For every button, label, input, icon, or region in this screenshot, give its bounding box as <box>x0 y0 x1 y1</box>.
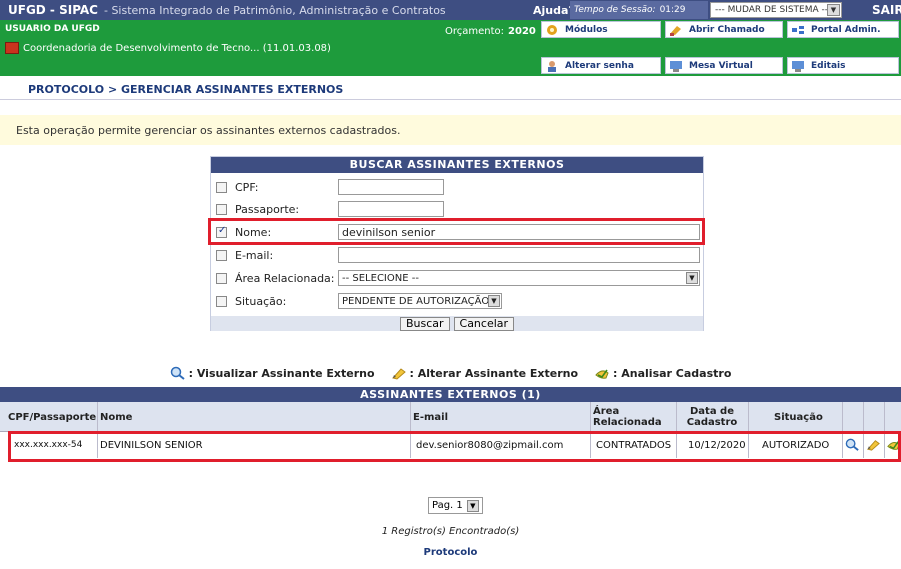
legend-view: : Visualizar Assinante Externo <box>170 366 375 380</box>
cpf-row: CPF: <box>211 177 703 197</box>
col-date: Data de Cadastro <box>686 406 738 428</box>
chevron-down-icon: ▼ <box>466 499 479 512</box>
modules-icon <box>547 24 557 35</box>
cancel-button[interactable]: Cancelar <box>453 316 515 331</box>
page-select-value: Pag. 1 <box>432 500 463 511</box>
session-timer: Tempo de Sessão: 01:29 <box>570 1 708 19</box>
switch-system-select[interactable]: --- MUDAR DE SISTEMA --- ▼ <box>710 2 842 18</box>
budget-year-value: 2020 <box>508 26 536 37</box>
system-subtitle: - Sistema Integrado de Patrimônio, Admin… <box>103 3 446 17</box>
user-info-bar: USUARIO DA UFGD Coordenadoria de Desenvo… <box>0 20 901 76</box>
virtual-desk-label: Mesa Virtual <box>689 60 753 71</box>
page-select[interactable]: Pag. 1 ▼ <box>428 497 483 514</box>
cpf-label: CPF: <box>235 180 259 194</box>
passport-row: Passaporte: <box>211 199 703 219</box>
col-name: Nome <box>100 411 133 423</box>
portal-admin-button[interactable]: Portal Admin. <box>787 21 899 38</box>
area-row: Área Relacionada: -- SELECIONE -- ▼ <box>211 268 703 288</box>
search-form-footer: Buscar Cancelar <box>211 316 703 331</box>
legend-edit: : Alterar Assinante Externo <box>391 366 579 380</box>
legend-analyze-label: : Analisar Cadastro <box>613 366 732 380</box>
password-icon <box>548 60 556 72</box>
logout-link[interactable]: SAIR <box>872 0 901 20</box>
unit-label: Coordenadoria de Desenvolvimento de Tecn… <box>23 42 331 54</box>
session-time: 01:29 <box>659 5 686 15</box>
notices-label: Editais <box>811 60 846 71</box>
change-password-label: Alterar senha <box>565 60 634 71</box>
email-input[interactable] <box>338 247 700 263</box>
cpf-input[interactable] <box>338 179 444 195</box>
col-area: Área Relacionada <box>593 406 662 428</box>
legend-edit-label: : Alterar Assinante Externo <box>409 366 579 380</box>
area-select-value: -- SELECIONE -- <box>342 272 419 284</box>
col-doc: CPF/Passaporte <box>8 411 97 423</box>
chevron-down-icon: ▼ <box>827 4 840 16</box>
email-row: E-mail: <box>211 245 703 265</box>
analyze-icon <box>595 369 609 379</box>
ticket-icon <box>670 25 681 36</box>
user-name: USUARIO DA UFGD <box>5 24 100 34</box>
record-count: 1 Registro(s) Encontrado(s) <box>381 526 520 537</box>
legend-analyze: : Analisar Cadastro <box>594 366 731 380</box>
area-checkbox[interactable] <box>216 272 227 284</box>
chevron-down-icon: ▼ <box>488 295 500 307</box>
portal-admin-label: Portal Admin. <box>811 24 881 35</box>
email-label: E-mail: <box>235 248 274 262</box>
protocol-link[interactable]: Protocolo <box>0 547 901 558</box>
actions-legend: : Visualizar Assinante Externo : Alterar… <box>0 363 901 383</box>
budget-year: Orçamento: 2020 <box>445 26 536 37</box>
area-label: Área Relacionada: <box>235 271 335 285</box>
status-select[interactable]: PENDENTE DE AUTORIZAÇÃO ▼ <box>338 293 502 309</box>
open-ticket-label: Abrir Chamado <box>689 24 765 35</box>
results-header-row: CPF/Passaporte Nome E-mail Área Relacion… <box>0 402 901 432</box>
status-select-value: PENDENTE DE AUTORIZAÇÃO <box>342 295 490 307</box>
magnifier-icon <box>170 366 185 380</box>
info-message: Esta operação permite gerenciar os assin… <box>0 115 901 145</box>
change-password-button[interactable]: Alterar senha <box>541 57 661 74</box>
pencil-icon <box>391 368 406 380</box>
user-unit: Coordenadoria de Desenvolvimento de Tecn… <box>5 42 331 54</box>
virtual-desk-icon <box>670 60 682 72</box>
modules-label: Módulos <box>565 24 608 35</box>
search-button[interactable]: Buscar <box>399 316 450 331</box>
passport-input[interactable] <box>338 201 444 217</box>
legend-view-label: : Visualizar Assinante Externo <box>188 366 375 380</box>
email-checkbox[interactable] <box>216 249 227 261</box>
cpf-checkbox[interactable] <box>216 181 227 193</box>
passport-checkbox[interactable] <box>216 203 227 215</box>
status-checkbox[interactable] <box>216 295 227 307</box>
chevron-down-icon: ▼ <box>686 272 698 284</box>
notices-icon <box>792 60 804 72</box>
modules-button[interactable]: Módulos <box>541 21 661 38</box>
portal-icon <box>792 25 804 34</box>
status-label: Situação: <box>235 294 287 308</box>
virtual-desk-button[interactable]: Mesa Virtual <box>665 57 783 74</box>
notices-button[interactable]: Editais <box>787 57 899 74</box>
search-form-caption: BUSCAR ASSINANTES EXTERNOS <box>211 157 703 173</box>
unit-flag-icon <box>5 42 19 54</box>
open-ticket-button[interactable]: Abrir Chamado <box>665 21 783 38</box>
status-row: Situação: PENDENTE DE AUTORIZAÇÃO ▼ <box>211 291 703 311</box>
results-caption: ASSINANTES EXTERNOS (1) <box>0 387 901 402</box>
system-header: UFGD - SIPAC - Sistema Integrado de Patr… <box>0 0 901 20</box>
name-row-highlight <box>208 218 705 245</box>
switch-system-value: --- MUDAR DE SISTEMA --- <box>715 5 832 15</box>
session-label: Tempo de Sessão: <box>574 5 656 15</box>
col-status: Situação <box>774 411 823 423</box>
system-brand: UFGD - SIPAC <box>8 3 98 17</box>
passport-label: Passaporte: <box>235 202 300 216</box>
budget-label: Orçamento: <box>445 26 505 37</box>
result-row-highlight <box>8 431 901 462</box>
col-email: E-mail <box>413 411 449 423</box>
area-select[interactable]: -- SELECIONE -- ▼ <box>338 270 700 286</box>
breadcrumb: PROTOCOLO > GERENCIAR ASSINANTES EXTERNO… <box>0 80 901 100</box>
